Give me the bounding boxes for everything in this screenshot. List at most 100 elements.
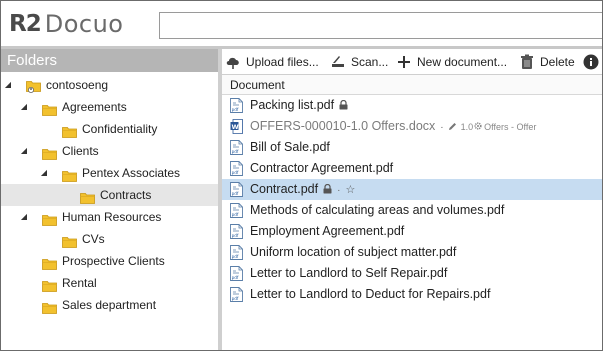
document-row[interactable]: pdf Contract.pdf · ☆ (222, 179, 602, 200)
tree-node-label: Prospective Clients (62, 254, 165, 268)
root-folder-icon (26, 79, 41, 93)
tree-node[interactable]: Prospective Clients (1, 250, 218, 272)
pdf-file-icon: pdf (230, 140, 243, 155)
upload-files-label: Upload files... (246, 54, 319, 69)
word-document-icon: W (230, 119, 243, 134)
documents-panel: Upload files... Scan... New document... … (222, 49, 602, 350)
logo-text: Docuo (44, 10, 124, 38)
expand-arrow-icon[interactable]: ◢ (19, 96, 29, 118)
tree-node[interactable]: ◢ Clients (1, 140, 218, 162)
document-name: OFFERS-000010-1.0 Offers.docx · 1.0 Offers … (250, 116, 536, 138)
document-row[interactable]: pdf Employment Agreement.pdf (222, 221, 602, 242)
star-icon[interactable]: ☆ (345, 184, 355, 196)
tree-node[interactable]: ◢ Human Resources (1, 206, 218, 228)
tree-node[interactable]: ◢ Agreements (1, 96, 218, 118)
header: R2 Docuo (1, 1, 602, 47)
folder-icon (42, 277, 57, 292)
folder-icon (62, 123, 77, 138)
document-row[interactable]: pdf Contractor Agreement.pdf (222, 158, 602, 179)
expand-arrow-icon[interactable]: ◢ (19, 140, 29, 162)
tree-node-label: Contracts (100, 188, 152, 202)
tree-node-label: Pentex Associates (82, 166, 181, 180)
document-name-text: Letter to Landlord to Self Repair.pdf (250, 266, 448, 280)
folder-icon (62, 167, 77, 182)
document-name: Uniform location of subject matter.pdf (250, 242, 456, 263)
separator-dot: · (440, 122, 444, 133)
document-row[interactable]: pdf Uniform location of subject matter.pd… (222, 242, 602, 263)
pdf-file-icon: pdf (230, 98, 243, 113)
document-row[interactable]: pdf Methods of calculating areas and volu… (222, 200, 602, 221)
document-name: Bill of Sale.pdf (250, 137, 330, 158)
new-document-button[interactable]: New document... (396, 49, 507, 74)
expand-arrow-icon[interactable]: ◢ (19, 206, 29, 228)
pdf-file-icon: pdf (230, 287, 243, 302)
tree-node-label: Confidentiality (82, 122, 158, 136)
pdf-file-icon: pdf (230, 224, 243, 239)
folder-icon (42, 299, 57, 314)
document-name-text: Uniform location of subject matter.pdf (250, 245, 457, 259)
document-list: pdf Packing list.pdf W OFFERS-000010-1.0 Of… (222, 95, 602, 305)
pdf-file-icon: pdf (230, 266, 243, 281)
version-label: 1.0 (460, 122, 474, 132)
app-logo[interactable]: R2 Docuo (9, 9, 123, 39)
lock-icon (323, 180, 332, 201)
document-name-text: OFFERS-000010-1.0 Offers.docx (250, 119, 436, 133)
document-name: Letter to Landlord to Self Repair.pdf (250, 263, 447, 284)
pencil-icon (448, 117, 457, 138)
svg-text:pdf: pdf (232, 107, 239, 112)
search-input[interactable] (159, 12, 602, 39)
tree-node-label: Sales department (62, 298, 157, 312)
pdf-file-icon: pdf (230, 161, 243, 176)
document-name-text: Bill of Sale.pdf (250, 140, 330, 154)
folder-icon (42, 255, 57, 270)
scan-button[interactable]: Scan... (330, 49, 388, 74)
document-name: Contract.pdf · ☆ (250, 179, 355, 201)
delete-button[interactable]: Delete (519, 49, 575, 74)
tree-node[interactable]: ◢ Pentex Associates (1, 162, 218, 184)
tree-node[interactable]: Confidentiality (1, 118, 218, 140)
document-name: Contractor Agreement.pdf (250, 158, 393, 179)
svg-text:pdf: pdf (232, 212, 239, 217)
tree-node[interactable]: CVs (1, 228, 218, 250)
folder-icon (42, 145, 57, 160)
svg-text:W: W (232, 123, 239, 131)
folder-icon (42, 101, 57, 116)
document-row[interactable]: pdf Packing list.pdf (222, 95, 602, 116)
document-name-text: Employment Agreement.pdf (250, 224, 405, 238)
pdf-file-icon: pdf (230, 182, 243, 197)
tree-node[interactable]: Contracts (1, 184, 218, 206)
svg-text:pdf: pdf (232, 254, 239, 259)
folder-tree: ◢ contosoeng ◢ Agreements Confidentiality ◢ Cl… (1, 72, 218, 316)
document-name: Methods of calculating areas and volumes… (250, 200, 504, 221)
svg-text:pdf: pdf (232, 191, 239, 196)
document-column-header[interactable]: Document (222, 74, 602, 95)
pdf-file-icon: pdf (230, 203, 243, 218)
separator-dot: · (337, 185, 341, 196)
tree-node[interactable]: Sales department (1, 294, 218, 316)
expand-arrow-icon[interactable]: ◢ (3, 74, 13, 96)
tree-node-label: contosoeng (46, 78, 109, 92)
tree-node[interactable]: Rental (1, 272, 218, 294)
info-button[interactable] (583, 49, 603, 74)
pdf-file-icon: pdf (230, 245, 243, 260)
tree-node-label: Agreements (62, 100, 127, 114)
info-icon (583, 54, 599, 70)
tree-node-label: Rental (62, 276, 97, 290)
document-name-text: Letter to Landlord to Deduct for Repairs… (250, 287, 491, 301)
svg-text:pdf: pdf (232, 233, 239, 238)
document-name-text: Contract.pdf (250, 182, 319, 196)
expand-arrow-icon[interactable]: ◢ (39, 162, 49, 184)
tree-node[interactable]: ◢ contosoeng (1, 74, 218, 96)
folder-icon (80, 189, 95, 204)
document-row[interactable]: W OFFERS-000010-1.0 Offers.docx · 1.0 Offers… (222, 116, 602, 137)
document-row[interactable]: pdf Letter to Landlord to Self Repair.pdf (222, 263, 602, 284)
document-row[interactable]: pdf Bill of Sale.pdf (222, 137, 602, 158)
workflow-label: Offers - Offer (484, 122, 537, 132)
upload-files-button[interactable]: Upload files... (225, 49, 319, 74)
scan-label: Scan... (351, 54, 389, 69)
tree-node-label: CVs (82, 232, 105, 246)
document-row[interactable]: pdf Letter to Landlord to Deduct for Repa… (222, 284, 602, 305)
svg-text:pdf: pdf (232, 149, 239, 154)
document-name-text: Contractor Agreement.pdf (250, 161, 394, 175)
document-name: Employment Agreement.pdf (250, 221, 404, 242)
